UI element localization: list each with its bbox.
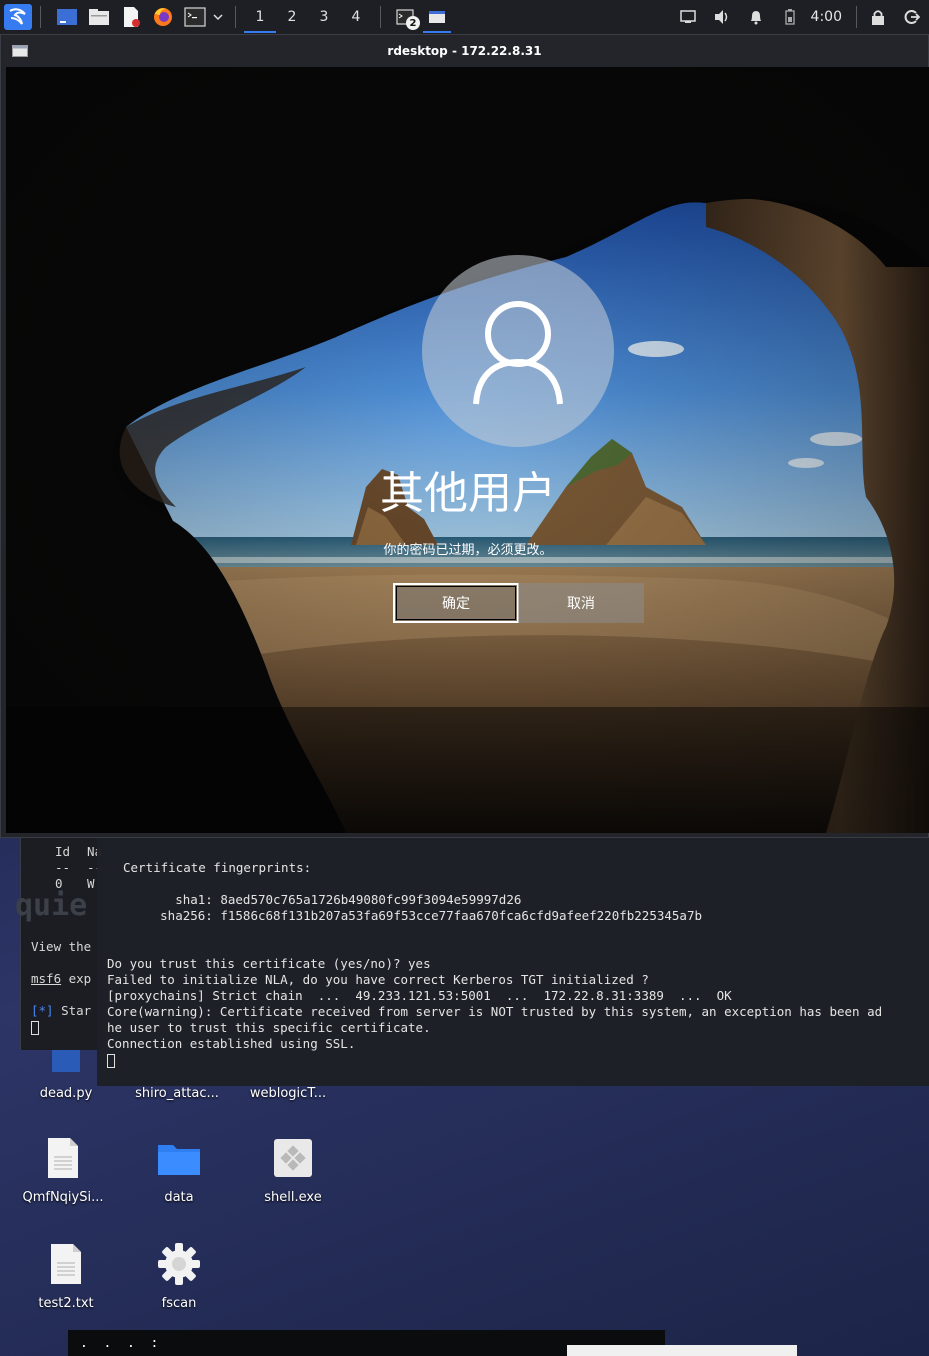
desktop-icon-label: shiro_attac...: [135, 1086, 219, 1101]
taskbar-terminal-group[interactable]: 2: [389, 0, 421, 34]
terminal-line: he user to trust this specific certifica…: [107, 1020, 431, 1035]
text-file-icon: [42, 1240, 90, 1288]
text-editor-icon[interactable]: [117, 4, 145, 30]
desktop-icon-shell-exe[interactable]: shell.exe: [238, 1134, 348, 1205]
terminal-line: Connection established using SSL.: [107, 1036, 356, 1051]
terminal-line: [proxychains] Strict chain ... 49.233.12…: [107, 988, 732, 1003]
bottom-partial-window-light[interactable]: [567, 1345, 797, 1356]
desktop-icon-label: QmfNqiySi...: [22, 1190, 104, 1205]
panel-separator: [380, 6, 381, 28]
workspace-2[interactable]: 2: [276, 0, 308, 34]
panel-separator: [856, 6, 857, 28]
table-header-id: Id: [55, 844, 71, 859]
workspace-3[interactable]: 3: [308, 0, 340, 34]
battery-icon[interactable]: [773, 0, 807, 34]
status-text: Star: [53, 1003, 92, 1018]
banner-text: quie: [15, 888, 88, 923]
desktop-icon-label: data: [164, 1190, 194, 1205]
bottom-window-text: . . . :: [80, 1336, 159, 1351]
msf-command: exp: [61, 971, 92, 986]
show-desktop-icon[interactable]: [53, 4, 81, 30]
terminal-line: View the: [31, 939, 92, 954]
terminal-line: [*] Star: [31, 1003, 91, 1018]
table-divider: --: [55, 860, 71, 875]
panel-separator: [235, 6, 236, 28]
remote-screen[interactable]: 其他用户 你的密码已过期，必须更改。 确定 取消: [6, 67, 929, 833]
terminal-line: sha1: 8aed570c765a1726b49080fc99f3094e59…: [115, 892, 522, 907]
firefox-icon[interactable]: [149, 4, 177, 30]
msf-prompt: msf6: [31, 971, 62, 986]
terminal-line: sha256: f1586c68f131b207a53fa69f53cce77f…: [115, 908, 702, 923]
desktop-icon-data[interactable]: data: [124, 1134, 234, 1205]
window-title: rdesktop - 172.22.8.31: [387, 44, 542, 58]
desktop-icon-label: dead.py: [39, 1086, 93, 1101]
workspace-1[interactable]: 1: [244, 0, 276, 34]
panel-separator: [40, 6, 41, 28]
system-tray: 4:00: [671, 0, 929, 34]
window-titlebar[interactable]: rdesktop - 172.22.8.31: [1, 35, 928, 67]
foreground-terminal-window[interactable]: Certificate fingerprints: sha1: 8aed570c…: [97, 838, 929, 1086]
user-avatar: [422, 255, 614, 447]
terminal-line: Do you trust this certificate (yes/no)? …: [107, 956, 431, 971]
clock[interactable]: 4:00: [807, 9, 852, 25]
logout-icon[interactable]: [895, 0, 929, 34]
desktop-icon-label: weblogicT...: [249, 1086, 327, 1101]
desktop-icon-label: shell.exe: [264, 1190, 322, 1205]
desktop-icon-fscan[interactable]: fscan: [124, 1240, 234, 1311]
text-file-icon: [39, 1134, 87, 1182]
folder-icon: [155, 1134, 203, 1182]
desktop-icon-qmfnqiysi[interactable]: QmfNqiySi...: [8, 1134, 118, 1205]
rdesktop-window[interactable]: rdesktop - 172.22.8.31 其他用户 你的密码已过期，必须更改…: [0, 34, 929, 838]
window-count-badge: 2: [406, 16, 420, 30]
desktop-icon-label: fscan: [161, 1296, 197, 1311]
terminal-line: Certificate fingerprints:: [123, 860, 312, 875]
network-icon[interactable]: [671, 0, 705, 34]
top-panel: 1 2 3 4 2 4:00: [0, 0, 929, 34]
file-manager-icon[interactable]: [85, 4, 113, 30]
terminal-launcher-icon[interactable]: [181, 4, 209, 30]
user-icon: [473, 301, 563, 405]
lock-screen-icon[interactable]: [861, 0, 895, 34]
lock-screen-username: 其他用户: [380, 468, 556, 519]
chevron-down-icon[interactable]: [209, 4, 227, 30]
status-tag: [*]: [31, 1003, 54, 1018]
taskbar-rdesktop-window[interactable]: [421, 0, 453, 34]
workspace-4[interactable]: 4: [340, 0, 372, 34]
exe-file-icon: [269, 1134, 317, 1182]
window-menu-icon[interactable]: [12, 45, 28, 57]
rdesktop-window-icon: [429, 11, 445, 23]
ok-button[interactable]: 确定: [393, 583, 519, 623]
cancel-button[interactable]: 取消: [518, 583, 644, 623]
table-cell-name: W: [87, 876, 95, 891]
volume-icon[interactable]: [705, 0, 739, 34]
gear-icon: [155, 1240, 203, 1288]
terminal-line: Failed to initialize NLA, do you have co…: [107, 972, 649, 987]
password-expired-message: 你的密码已过期，必须更改。: [383, 543, 553, 558]
terminal-line: Core(warning): Certificate received from…: [107, 1004, 883, 1019]
terminal-cursor: [107, 1052, 115, 1068]
desktop-icon-test2-txt[interactable]: test2.txt: [11, 1240, 121, 1311]
desktop-icon-label: test2.txt: [38, 1296, 94, 1311]
kali-menu-icon[interactable]: [4, 4, 32, 30]
notification-bell-icon[interactable]: [739, 0, 773, 34]
terminal-line: msf6 exp: [31, 971, 91, 986]
terminal-cursor: [31, 1019, 39, 1035]
lock-screen-wallpaper: [6, 67, 929, 833]
